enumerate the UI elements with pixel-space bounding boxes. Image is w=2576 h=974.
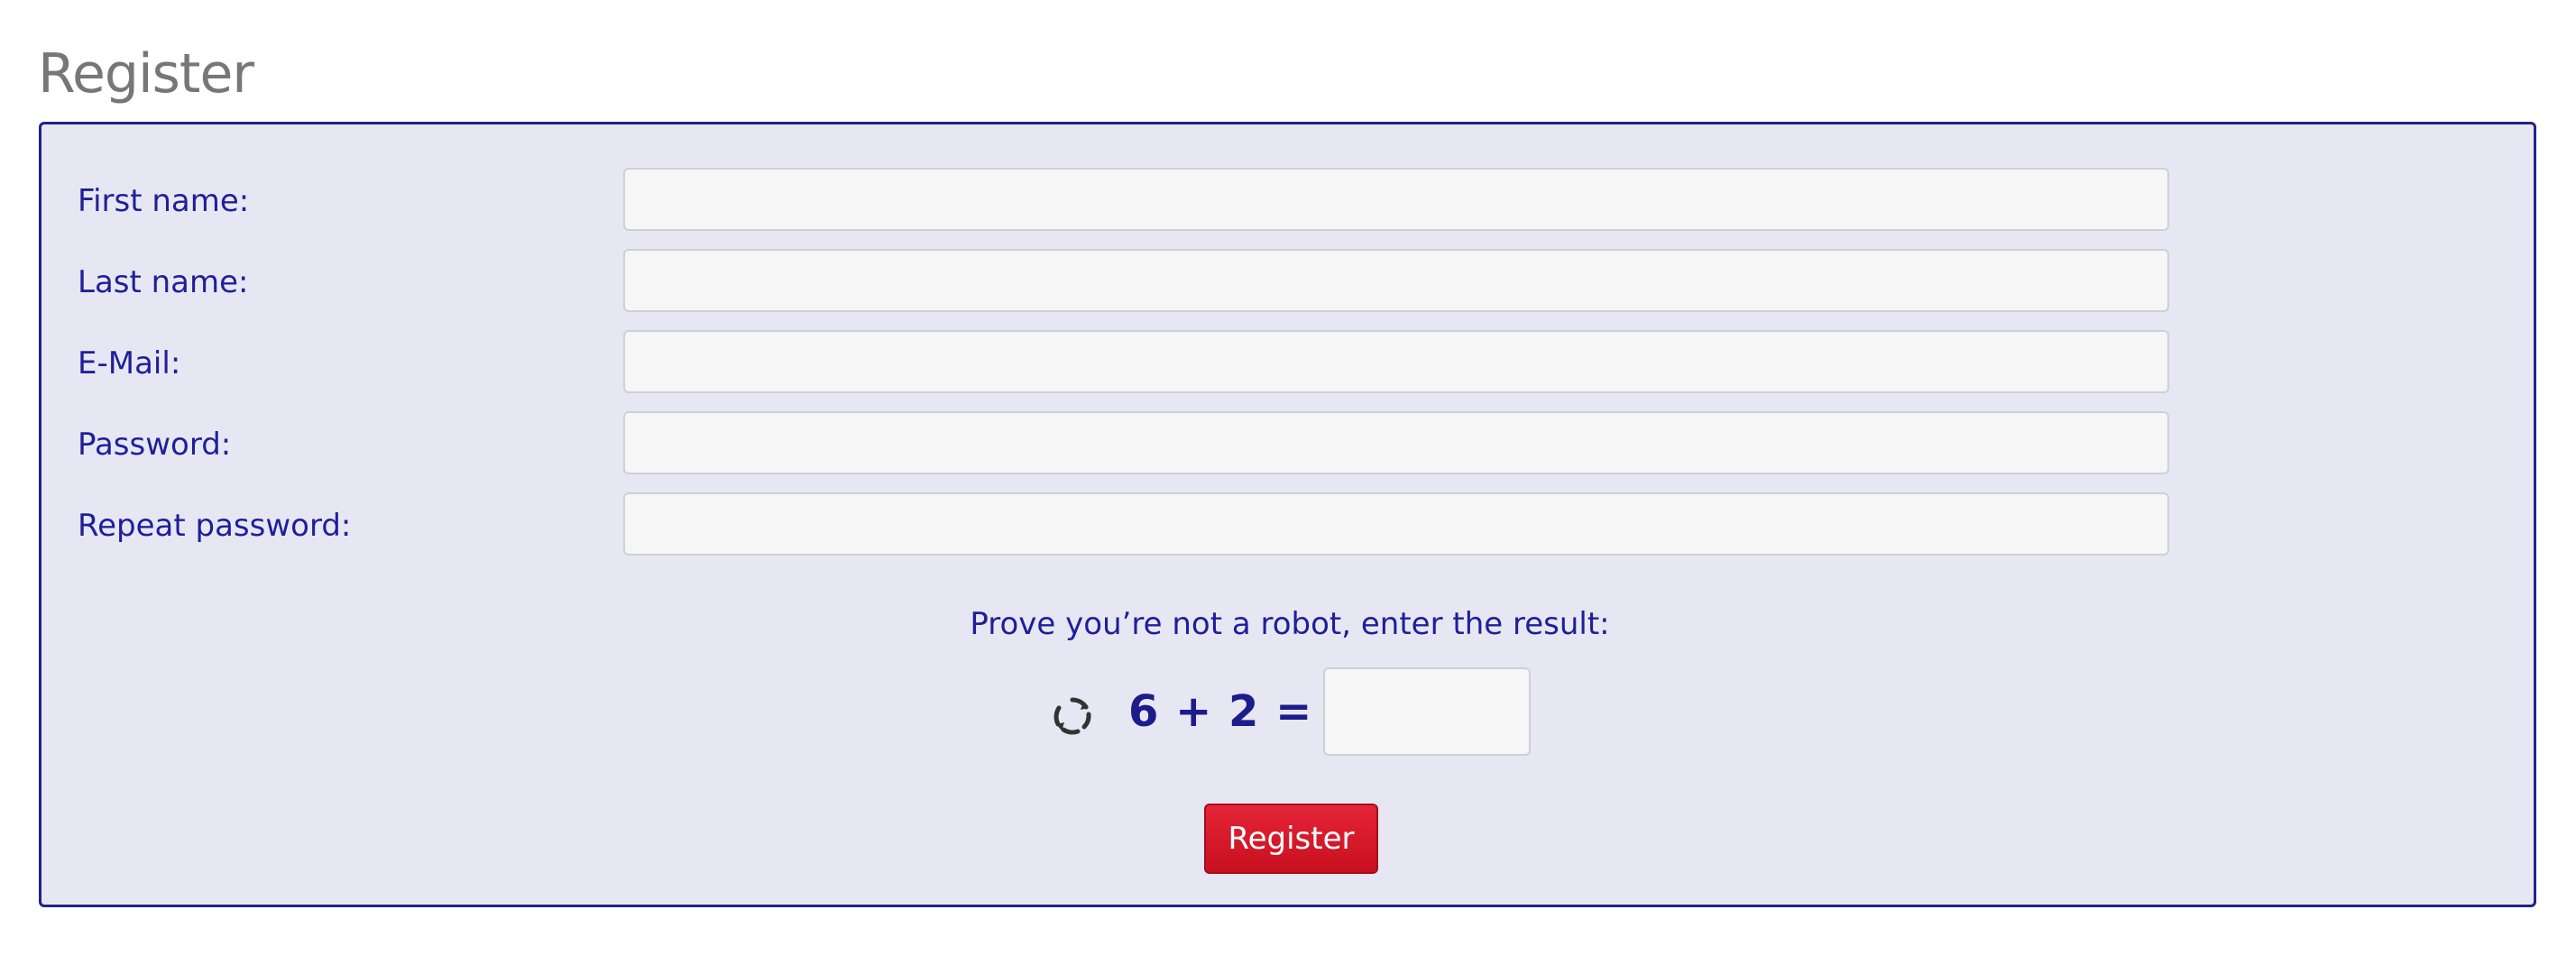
- repeat-password-row: Repeat password:: [41, 492, 2534, 559]
- password-field[interactable]: [623, 411, 2169, 474]
- page-title: Register: [38, 42, 254, 106]
- refresh-icon-graphic: [1053, 697, 1091, 735]
- last-name-field[interactable]: [623, 249, 2169, 312]
- last-name-label: Last name:: [78, 264, 249, 300]
- repeat-password-field[interactable]: [623, 492, 2169, 556]
- captcha-row: 6 + 2 =: [41, 667, 2534, 756]
- captcha-equation: 6 + 2 =: [1128, 686, 1313, 737]
- register-button[interactable]: Register: [1204, 804, 1378, 874]
- last-name-row: Last name:: [41, 249, 2534, 316]
- captcha-answer-field[interactable]: [1323, 667, 1531, 756]
- first-name-row: First name:: [41, 168, 2534, 234]
- captcha-prompt: Prove you’re not a robot, enter the resu…: [970, 606, 1610, 642]
- first-name-label: First name:: [78, 183, 250, 219]
- refresh-icon[interactable]: [1051, 694, 1094, 738]
- email-field[interactable]: [623, 330, 2169, 393]
- password-row: Password:: [41, 411, 2534, 478]
- registration-form: First name: Last name: E-Mail: Password:…: [39, 122, 2536, 907]
- email-row: E-Mail:: [41, 330, 2534, 397]
- email-label: E-Mail:: [78, 345, 181, 381]
- password-label: Password:: [78, 427, 232, 463]
- repeat-password-label: Repeat password:: [78, 508, 352, 544]
- first-name-field[interactable]: [623, 168, 2169, 231]
